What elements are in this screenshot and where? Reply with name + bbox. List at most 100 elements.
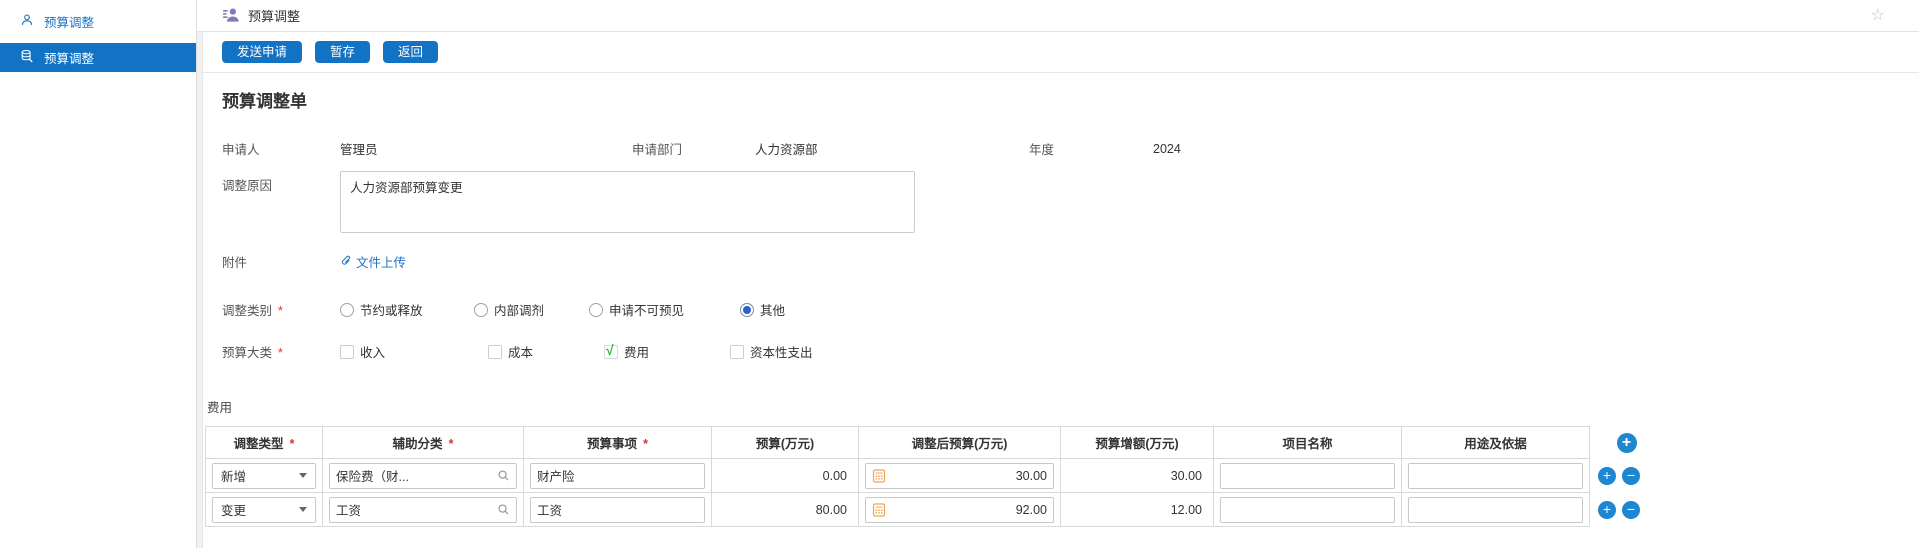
- sidebar-item-budget-adjust-query[interactable]: 预算调整: [0, 6, 196, 36]
- form-title: 预算调整单: [222, 87, 1919, 112]
- checkbox-label: 收入: [360, 342, 385, 361]
- sidebar: 预算调整 预算调整: [0, 0, 197, 548]
- search-icon[interactable]: [497, 469, 510, 482]
- applicant-value: 管理员: [340, 139, 632, 158]
- search-icon[interactable]: [497, 503, 510, 516]
- radio-label: 内部调剂: [494, 300, 544, 319]
- profile-list-icon: [222, 6, 239, 26]
- project-name-input[interactable]: [1227, 503, 1388, 517]
- radio-label: 申请不可预见: [609, 300, 684, 319]
- basic-info-row: 申请人 管理员 申请部门 人力资源部 年度 2024: [222, 139, 1919, 158]
- radio-option-other[interactable]: 其他: [740, 300, 785, 319]
- reason-textarea[interactable]: 人力资源部预算变更: [340, 171, 915, 233]
- radio-icon: [474, 303, 488, 317]
- add-row-button[interactable]: +: [1598, 467, 1616, 485]
- adjusted-budget-input[interactable]: [886, 469, 1047, 483]
- aux-category-input[interactable]: [336, 469, 497, 483]
- person-search-icon: [20, 13, 34, 30]
- purpose-input[interactable]: [1415, 469, 1576, 483]
- checkbox-label: 成本: [508, 342, 533, 361]
- sidebar-item-label: 预算调整: [44, 12, 94, 31]
- calculator-icon[interactable]: [872, 469, 886, 483]
- radio-option-internal-transfer[interactable]: 内部调剂: [474, 300, 589, 319]
- expense-table: 调整类型* 辅助分类* 预算事项* 预算(万元) 调整后预算(万元) 预算增额(…: [205, 426, 1660, 527]
- send-request-button[interactable]: 发送申请: [222, 41, 302, 63]
- department-value: 人力资源部: [755, 139, 1029, 158]
- budget-value: 80.00: [712, 493, 859, 527]
- chevron-down-icon: [299, 473, 307, 478]
- purpose-input[interactable]: [1415, 503, 1576, 517]
- expense-table-row: 新增: [206, 459, 1660, 493]
- expense-table-header-row: 调整类型* 辅助分类* 预算事项* 预算(万元) 调整后预算(万元) 预算增额(…: [206, 427, 1660, 459]
- checkbox-option-expense[interactable]: √ 费用: [604, 342, 730, 361]
- radio-option-save-release[interactable]: 节约或释放: [340, 300, 474, 319]
- toolbar: 发送申请 暂存 返回: [197, 32, 1919, 73]
- checkbox-option-cost[interactable]: 成本: [488, 342, 604, 361]
- radio-icon-selected: [740, 303, 754, 317]
- checkbox-icon: [730, 345, 744, 359]
- remove-row-button[interactable]: −: [1622, 467, 1640, 485]
- budget-adjust-page: 预算调整 预算调整: [0, 0, 1919, 548]
- adjusted-budget-input[interactable]: [886, 503, 1047, 517]
- remove-row-button[interactable]: −: [1622, 501, 1640, 519]
- expense-table-row: 变更: [206, 493, 1660, 527]
- adjusted-budget-box: [865, 463, 1054, 489]
- budget-class-label: 预算大类: [222, 346, 272, 360]
- adjust-type-select[interactable]: 变更: [212, 497, 316, 523]
- budget-value: 0.00: [712, 459, 859, 493]
- coins-edit-icon: [20, 49, 34, 66]
- budget-item-input[interactable]: [537, 503, 698, 517]
- year-label: 年度: [1029, 139, 1153, 158]
- project-name-box: [1220, 497, 1395, 523]
- checkbox-label: 费用: [624, 342, 649, 361]
- module-header: 预算调整 ☆: [197, 0, 1919, 32]
- attachment-row: 附件 文件上传: [222, 252, 1919, 271]
- radio-icon: [589, 303, 603, 317]
- add-row-button[interactable]: +: [1598, 501, 1616, 519]
- expense-section-title: 费用: [207, 397, 1919, 416]
- form-content: 预算调整单 申请人 管理员 申请部门 人力资源部 年度 2024 调整原因 人力…: [197, 73, 1919, 527]
- adjust-category-row: 调整类别 * 节约或释放 内部调剂 申请不可预见 其他: [222, 300, 1919, 319]
- year-value: 2024: [1153, 142, 1181, 156]
- col-adjust-type: 调整类型: [234, 437, 284, 451]
- save-draft-button[interactable]: 暂存: [315, 41, 370, 63]
- department-label: 申请部门: [632, 139, 755, 158]
- reason-row: 调整原因 人力资源部预算变更: [222, 171, 1919, 233]
- checkbox-option-capital[interactable]: 资本性支出: [730, 342, 813, 361]
- increase-value: 12.00: [1061, 493, 1214, 527]
- project-name-input[interactable]: [1227, 469, 1388, 483]
- attachment-label: 附件: [222, 252, 340, 271]
- adjust-category-label: 调整类别: [222, 304, 272, 318]
- applicant-label: 申请人: [222, 139, 340, 158]
- calculator-icon[interactable]: [872, 503, 886, 517]
- purpose-box: [1408, 463, 1583, 489]
- favorite-star-icon[interactable]: ☆: [1871, 8, 1885, 24]
- required-marker: *: [278, 304, 283, 318]
- checkbox-option-income[interactable]: 收入: [340, 342, 488, 361]
- checkbox-icon: [340, 345, 354, 359]
- back-button[interactable]: 返回: [383, 41, 438, 63]
- adjusted-budget-box: [865, 497, 1054, 523]
- aux-category-input[interactable]: [336, 503, 497, 517]
- col-project-name: 项目名称: [1282, 437, 1332, 451]
- checkbox-label: 资本性支出: [750, 342, 813, 361]
- file-upload-link[interactable]: 文件上传: [340, 252, 406, 271]
- paperclip-icon: [340, 254, 353, 270]
- adjust-type-select[interactable]: 新增: [212, 463, 316, 489]
- reason-label: 调整原因: [222, 171, 340, 194]
- project-name-box: [1220, 463, 1395, 489]
- module-title: 预算调整: [248, 6, 300, 25]
- required-marker: *: [643, 437, 648, 451]
- sidebar-splitter[interactable]: [197, 32, 203, 548]
- adjust-type-value: 变更: [221, 500, 246, 519]
- chevron-down-icon: [299, 507, 307, 512]
- sidebar-item-budget-adjust[interactable]: 预算调整: [0, 43, 196, 72]
- col-purpose: 用途及依据: [1464, 437, 1527, 451]
- add-row-button[interactable]: +: [1617, 433, 1637, 453]
- radio-option-unforeseen[interactable]: 申请不可预见: [589, 300, 740, 319]
- col-increase: 预算增额(万元): [1095, 437, 1178, 451]
- budget-class-row: 预算大类* 收入 成本 √ 费用 资本性支出: [222, 342, 1919, 361]
- col-budget: 预算(万元): [756, 437, 814, 451]
- budget-item-input[interactable]: [537, 469, 698, 483]
- radio-label: 其他: [760, 300, 785, 319]
